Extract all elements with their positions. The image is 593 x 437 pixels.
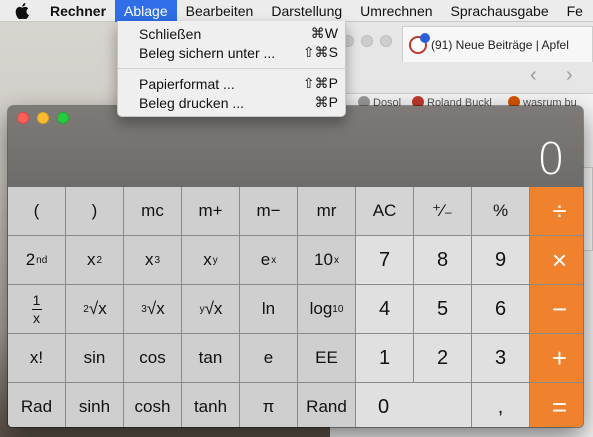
- menu-item-beleg-drucken[interactable]: Beleg drucken ... ⌘P: [118, 93, 347, 112]
- menu-item-label: Beleg drucken ...: [139, 94, 245, 111]
- key-decimal[interactable]: ,: [472, 383, 529, 427]
- key-m-plus[interactable]: m+: [182, 187, 239, 235]
- menu-ablage[interactable]: Ablage: [115, 0, 177, 22]
- key-tanh[interactable]: tanh: [182, 383, 239, 427]
- key-divide[interactable]: ÷: [530, 187, 583, 235]
- menu-item-shortcut: ⌘P: [314, 94, 338, 110]
- key-cos[interactable]: cos: [124, 334, 181, 382]
- key-multiply[interactable]: ×: [530, 236, 583, 284]
- display-value: 0: [537, 134, 565, 185]
- menu-item-beleg-sichern[interactable]: Beleg sichern unter ... ⇧⌘S: [118, 43, 347, 62]
- key-rad[interactable]: Rad: [8, 383, 65, 427]
- menu-bearbeiten[interactable]: Bearbeiten: [177, 0, 263, 22]
- key-mr[interactable]: mr: [298, 187, 355, 235]
- menu-sprachausgabe[interactable]: Sprachausgabe: [442, 0, 558, 22]
- close-button[interactable]: [17, 112, 29, 124]
- ablage-menu: Schließen ⌘W Beleg sichern unter ... ⇧⌘S…: [117, 21, 347, 117]
- key-e-pow-x[interactable]: ex: [240, 236, 297, 284]
- minimize-button[interactable]: [37, 112, 49, 124]
- menu-umrechnen[interactable]: Umrechnen: [351, 0, 441, 22]
- browser-tab-title: (91) Neue Beiträge | Apfel: [431, 37, 569, 52]
- key-x-pow-y-base: x: [203, 250, 212, 269]
- key-mc[interactable]: mc: [124, 187, 181, 235]
- apple-logo-icon: [15, 2, 29, 19]
- reciprocal-fraction: 1x: [31, 291, 42, 326]
- apple-menu-icon[interactable]: [0, 0, 44, 22]
- key-reciprocal[interactable]: 1x: [8, 285, 65, 333]
- key-ten-pow-x[interactable]: 10 x: [298, 236, 355, 284]
- menu-item-papierformat[interactable]: Papierformat ... ⇧⌘P: [118, 74, 347, 93]
- key-log10-base: log: [309, 299, 333, 318]
- key-equals[interactable]: =: [530, 383, 583, 427]
- key-percent[interactable]: %: [472, 187, 529, 235]
- menu-item-shortcut: ⇧⌘S: [302, 44, 338, 60]
- key-square-root[interactable]: 2 √x: [66, 285, 123, 333]
- key-cube-root[interactable]: 3 √x: [124, 285, 181, 333]
- key-ac[interactable]: AC: [356, 187, 413, 235]
- key-0[interactable]: 0: [356, 383, 471, 427]
- calculator-window: 0 ( ) mc m+ m− mr AC ⁺∕₋ % ÷ 2nd x2 x3 x…: [8, 106, 583, 427]
- back-arrow-icon[interactable]: ‹: [530, 64, 537, 87]
- browser-minimize-button[interactable]: [361, 35, 373, 47]
- key-6[interactable]: 6: [472, 285, 529, 333]
- key-log10[interactable]: log 10: [298, 285, 355, 333]
- menu-item-shortcut: ⌘W: [310, 25, 338, 41]
- key-x-cubed-base: x: [144, 250, 154, 269]
- menu-separator: [118, 68, 347, 69]
- menu-app-name[interactable]: Rechner: [44, 0, 115, 22]
- key-5[interactable]: 5: [414, 285, 471, 333]
- key-x-squared-base: x: [86, 250, 96, 269]
- key-9[interactable]: 9: [472, 236, 529, 284]
- menu-item-label: Beleg sichern unter ...: [139, 44, 276, 61]
- key-pi[interactable]: π: [240, 383, 297, 427]
- key-tan[interactable]: tan: [182, 334, 239, 382]
- key-m-minus[interactable]: m−: [240, 187, 297, 235]
- zoom-button[interactable]: [57, 112, 69, 124]
- key-add[interactable]: +: [530, 334, 583, 382]
- key-sinh[interactable]: sinh: [66, 383, 123, 427]
- key-8[interactable]: 8: [414, 236, 471, 284]
- key-x-pow-y[interactable]: xy: [182, 236, 239, 284]
- key-1[interactable]: 1: [356, 334, 413, 382]
- menu-bar: Rechner Ablage Bearbeiten Darstellung Um…: [0, 0, 593, 22]
- key-e-pow-x-base: e: [260, 250, 271, 269]
- menu-darstellung[interactable]: Darstellung: [262, 0, 351, 22]
- calculator-display: 0: [8, 106, 583, 187]
- key-subtract[interactable]: −: [530, 285, 583, 333]
- menu-item-schliessen[interactable]: Schließen ⌘W: [118, 24, 347, 43]
- key-x-cubed[interactable]: x3: [124, 236, 181, 284]
- key-7[interactable]: 7: [356, 236, 413, 284]
- keypad: ( ) mc m+ m− mr AC ⁺∕₋ % ÷ 2nd x2 x3 xy …: [8, 187, 583, 427]
- key-factorial[interactable]: x!: [8, 334, 65, 382]
- key-ee[interactable]: EE: [298, 334, 355, 382]
- menu-fenster[interactable]: Fe: [558, 0, 592, 22]
- site-favicon-icon: [409, 32, 430, 54]
- key-ln[interactable]: ln: [240, 285, 297, 333]
- forward-arrow-icon[interactable]: ›: [566, 64, 573, 87]
- key-cosh[interactable]: cosh: [124, 383, 181, 427]
- key-close-paren[interactable]: ): [66, 187, 123, 235]
- menu-item-label: Papierformat ...: [139, 75, 235, 92]
- key-3[interactable]: 3: [472, 334, 529, 382]
- key-rand[interactable]: Rand: [298, 383, 355, 427]
- menu-item-label: Schließen: [139, 25, 202, 42]
- key-2[interactable]: 2: [414, 334, 471, 382]
- key-2nd[interactable]: 2nd: [8, 236, 65, 284]
- key-e[interactable]: e: [240, 334, 297, 382]
- key-x-squared[interactable]: x2: [66, 236, 123, 284]
- browser-toolbar: (91) Neue Beiträge | Apfel ‹ ›: [330, 22, 593, 94]
- menu-item-shortcut: ⇧⌘P: [302, 75, 338, 91]
- key-plus-minus[interactable]: ⁺∕₋: [414, 187, 471, 235]
- key-y-root[interactable]: y √x: [182, 285, 239, 333]
- key-4[interactable]: 4: [356, 285, 413, 333]
- browser-tab[interactable]: (91) Neue Beiträge | Apfel: [402, 26, 593, 62]
- key-ten-pow-x-base: 10: [314, 250, 333, 269]
- key-sin[interactable]: sin: [66, 334, 123, 382]
- key-open-paren[interactable]: (: [8, 187, 65, 235]
- browser-zoom-button[interactable]: [380, 35, 392, 47]
